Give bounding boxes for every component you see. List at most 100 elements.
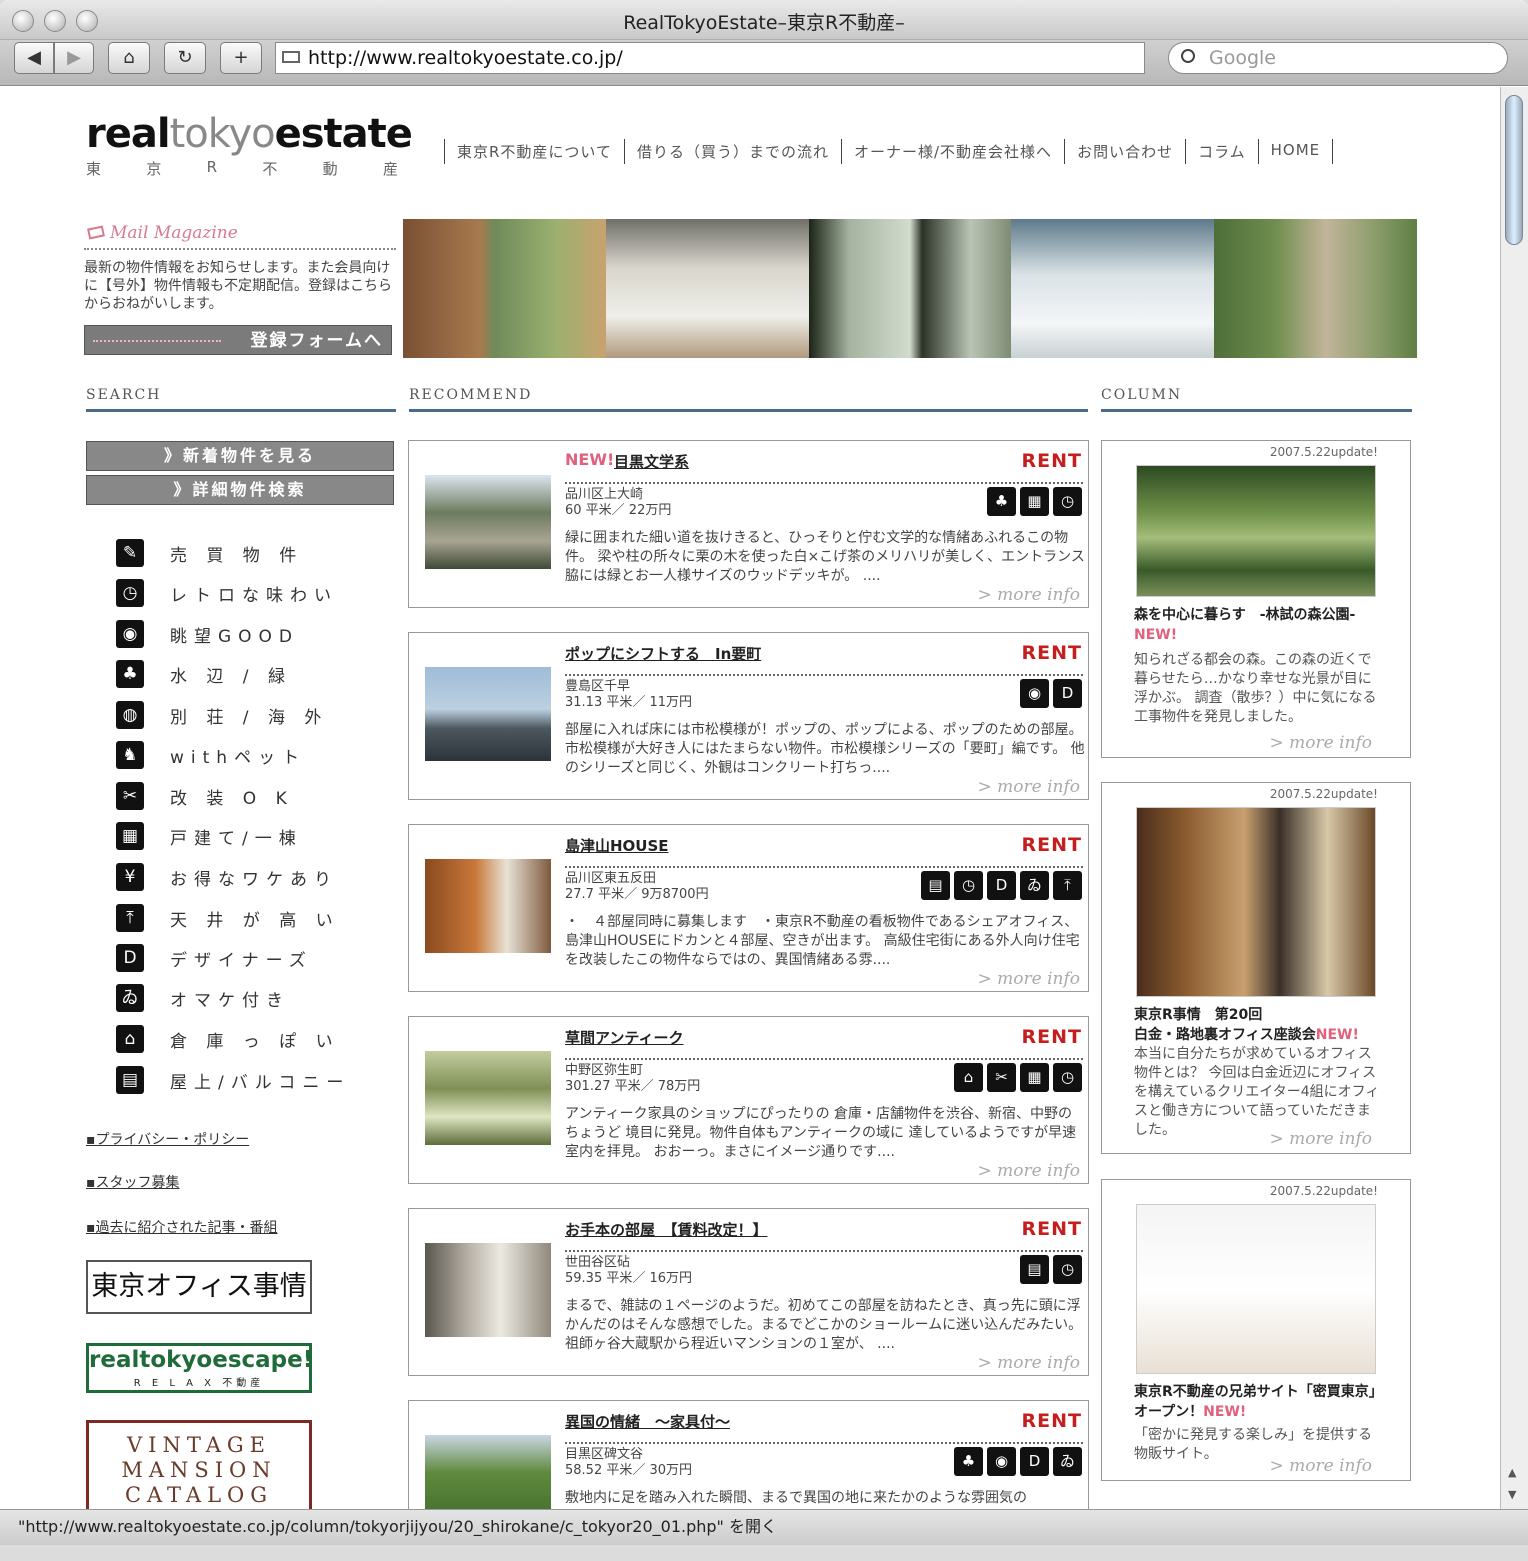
category-item[interactable]: ▤ 屋上/バルコニー	[116, 1065, 350, 1095]
column-title[interactable]: 森を中心に暮らす -林試の森公園- NEW!	[1134, 605, 1384, 645]
rent-label: RENT	[1021, 1026, 1082, 1048]
category-item[interactable]: D デザイナーズ	[116, 943, 313, 973]
more-info-link[interactable]: > more info	[1269, 733, 1372, 753]
category-item[interactable]: ⤒ 天 井 が 高 い	[116, 903, 340, 933]
new-listings-button[interactable]: 》新着物件を見る	[86, 441, 394, 471]
register-form-button[interactable]: 登録フォームへ	[84, 325, 392, 355]
nav-flow[interactable]: 借りる（買う）までの流れ	[623, 139, 841, 164]
category-label: 天 井 が 高 い	[170, 910, 340, 931]
listing-description: 敷地内に足を踏み入れた瞬間、まるで異国の地に来たかのような雰囲気の	[565, 1490, 1027, 1506]
feature-icon: D	[1020, 1447, 1049, 1476]
listing-card[interactable]: 異国の情緒 ～家具付～ RENT 目黒区碑文谷 58.52 平米／ 30万円 ♣ ◉ D ゐ敷…	[408, 1400, 1089, 1509]
nav-contact[interactable]: お問い合わせ	[1064, 139, 1185, 164]
forward-button[interactable]: ▶	[54, 42, 94, 74]
nav-column[interactable]: コラム	[1185, 139, 1258, 164]
category-item[interactable]: ゐ オマケ付き	[116, 983, 290, 1013]
column-photo[interactable]	[1136, 465, 1376, 597]
reload-button[interactable]: ↻	[164, 42, 206, 74]
listing-photo[interactable]	[425, 1051, 551, 1145]
waterside-icon: ♣	[116, 660, 144, 688]
category-label: 屋上/バルコニー	[170, 1072, 351, 1093]
scroll-up-icon[interactable]: ▲	[1508, 1466, 1516, 1479]
nav-home[interactable]: HOME	[1257, 139, 1334, 164]
staff-recruit-link[interactable]: ▪スタッフ募集	[86, 1172, 180, 1192]
listing-description: ・ ４部屋同時に募集します ・東京R不動産の看板物件であるシェアオフィス、島津山…	[565, 914, 1080, 968]
category-item[interactable]: ¥ お得なワケあり	[116, 862, 338, 892]
vintage-mansion-banner[interactable]: VINTAGE MANSION CATALOG	[86, 1420, 312, 1509]
listing-title[interactable]: 草間アンティーク	[565, 1027, 684, 1048]
site-logo[interactable]: realtokyoestate	[86, 111, 413, 157]
listing-location: 目黒区碑文谷	[565, 1447, 644, 1462]
column-card[interactable]: 2007.5.22update! 東京R事情 第20回 白金・路地裏オフィス座談会…	[1101, 782, 1411, 1154]
category-item[interactable]: ◷ レトロな味わい	[116, 578, 338, 608]
more-info-link[interactable]: > more info	[977, 1353, 1080, 1373]
category-item[interactable]: ♣ 水 辺 / 緑	[116, 659, 292, 689]
back-button[interactable]: ◀	[14, 42, 54, 74]
escape-subtitle: R E L A X 不動産	[133, 1378, 265, 1389]
listing-photo[interactable]	[425, 1243, 551, 1337]
nav-about[interactable]: 東京R不動産について	[444, 139, 624, 164]
category-item[interactable]: ✂ 改 装 O K	[116, 781, 294, 811]
more-info-link[interactable]: > more info	[1269, 1456, 1372, 1476]
listing-card[interactable]: お手本の部屋 【賃料改定！】 RENT 世田谷区砧 59.35 平米／ 16万円 ▤ ◷ ま…	[408, 1208, 1089, 1376]
nav-owners[interactable]: オーナー様/不動産会社様へ	[841, 139, 1064, 164]
listing-title[interactable]: 島津山HOUSE	[565, 835, 669, 856]
detailed-search-button[interactable]: 》詳細物件検索	[86, 475, 394, 505]
listing-photo[interactable]	[425, 859, 551, 953]
category-item[interactable]: ♞ withペット	[116, 740, 306, 770]
category-item[interactable]: ◉ 眺望GOOD	[116, 619, 299, 649]
listing-photo[interactable]	[425, 667, 551, 761]
mail-magazine-label: Mail Magazine	[110, 223, 238, 243]
category-item[interactable]: ⌂ 倉 庫 っ ぽ い	[116, 1024, 340, 1054]
category-label: デザイナーズ	[170, 950, 313, 971]
listing-photo[interactable]	[425, 475, 551, 569]
add-bookmark-button[interactable]: +	[220, 42, 262, 74]
update-date: 2007.5.22update!	[1269, 445, 1378, 459]
column-title[interactable]: 東京R不動産の兄弟サイト「密買東京」オープン！NEW!	[1134, 1382, 1384, 1422]
scroll-down-icon[interactable]: ▼	[1508, 1488, 1516, 1501]
listing-title[interactable]: お手本の部屋 【賃料改定！】	[565, 1219, 768, 1240]
column-card[interactable]: 2007.5.22update! 森を中心に暮らす -林試の森公園- NEW! 知られ…	[1101, 440, 1411, 758]
category-item[interactable]: ▦ 戸建て/一棟	[116, 821, 303, 851]
section-search: SEARCH	[86, 387, 396, 412]
column-card[interactable]: 2007.5.22update! 東京R不動産の兄弟サイト「密買東京」オープン！N…	[1101, 1179, 1411, 1481]
listing-title[interactable]: ポップにシフトする In要町	[565, 643, 761, 664]
home-button[interactable]: ⌂	[108, 42, 150, 74]
listing-title[interactable]: 目黒文学系	[614, 451, 689, 472]
ceiling-icon: ⤒	[116, 904, 144, 932]
warehouse-icon: ⌂	[116, 1025, 144, 1053]
listing-card[interactable]: 草間アンティーク RENT 中野区弥生町 301.27 平米／ 78万円 ⌂ ✂ ▦ ◷ アンテ…	[408, 1016, 1089, 1184]
listing-card[interactable]: NEW! 目黒文学系 RENT 品川区上大崎 60 平米／ 22万円 ♣ ▦ ◷ 緑に囲まれた細…	[408, 440, 1089, 608]
bonus-icon: ゐ	[116, 984, 144, 1012]
column-photo[interactable]	[1136, 807, 1376, 997]
more-info-link[interactable]: > more info	[977, 1161, 1080, 1181]
renovation-icon: ✂	[116, 782, 144, 810]
listing-photo[interactable]	[425, 1435, 551, 1509]
search-field[interactable]: Google	[1168, 42, 1508, 74]
listing-size-price: 301.27 平米／ 78万円	[565, 1079, 701, 1094]
category-label: オマケ付き	[170, 990, 290, 1011]
listing-title[interactable]: 異国の情緒 ～家具付～	[565, 1411, 730, 1432]
column-title[interactable]: 東京R事情 第20回 白金・路地裏オフィス座談会NEW!	[1134, 1005, 1384, 1045]
tokyo-office-banner[interactable]: 東京オフィス事情	[86, 1260, 312, 1314]
column-photo[interactable]	[1136, 1204, 1376, 1374]
realtokyoescape-banner[interactable]: realtokyoescape! R E L A X 不動産	[86, 1343, 313, 1393]
listing-card[interactable]: ポップにシフトする In要町 RENT 豊島区千早 31.13 平米／ 11万円 ◉ D 部…	[408, 632, 1089, 800]
more-info-link[interactable]: > more info	[977, 969, 1080, 989]
category-label: 水 辺 / 緑	[170, 666, 292, 687]
listing-card[interactable]: 島津山HOUSE RENT 品川区東五反田 27.7 平米／ 9万8700円 ▤ ◷ D ゐ ⤒…	[408, 824, 1089, 992]
privacy-policy-link[interactable]: ▪プライバシー・ポリシー	[86, 1129, 249, 1149]
address-bar[interactable]: http://www.realtokyoestate.co.jp/	[275, 42, 1145, 74]
listing-size-price: 58.52 平米／ 30万円	[565, 1463, 693, 1478]
more-info-link[interactable]: > more info	[1269, 1129, 1372, 1149]
category-item[interactable]: ✎ 売 買 物 件	[116, 538, 303, 568]
envelope-icon	[87, 225, 105, 240]
status-bar: "http://www.realtokyoestate.co.jp/column…	[0, 1509, 1528, 1545]
more-info-link[interactable]: > more info	[977, 585, 1080, 605]
browser-toolbar: ◀ ▶ ⌂ ↻ + http://www.realtokyoestate.co.…	[0, 40, 1528, 86]
scroll-thumb[interactable]	[1505, 95, 1523, 245]
category-item[interactable]: ◍ 別 荘 / 海 外	[116, 700, 328, 730]
more-info-link[interactable]: > more info	[977, 777, 1080, 797]
vertical-scrollbar[interactable]: ▲ ▼	[1500, 87, 1528, 1509]
past-media-link[interactable]: ▪過去に紹介された記事・番組	[86, 1217, 278, 1237]
